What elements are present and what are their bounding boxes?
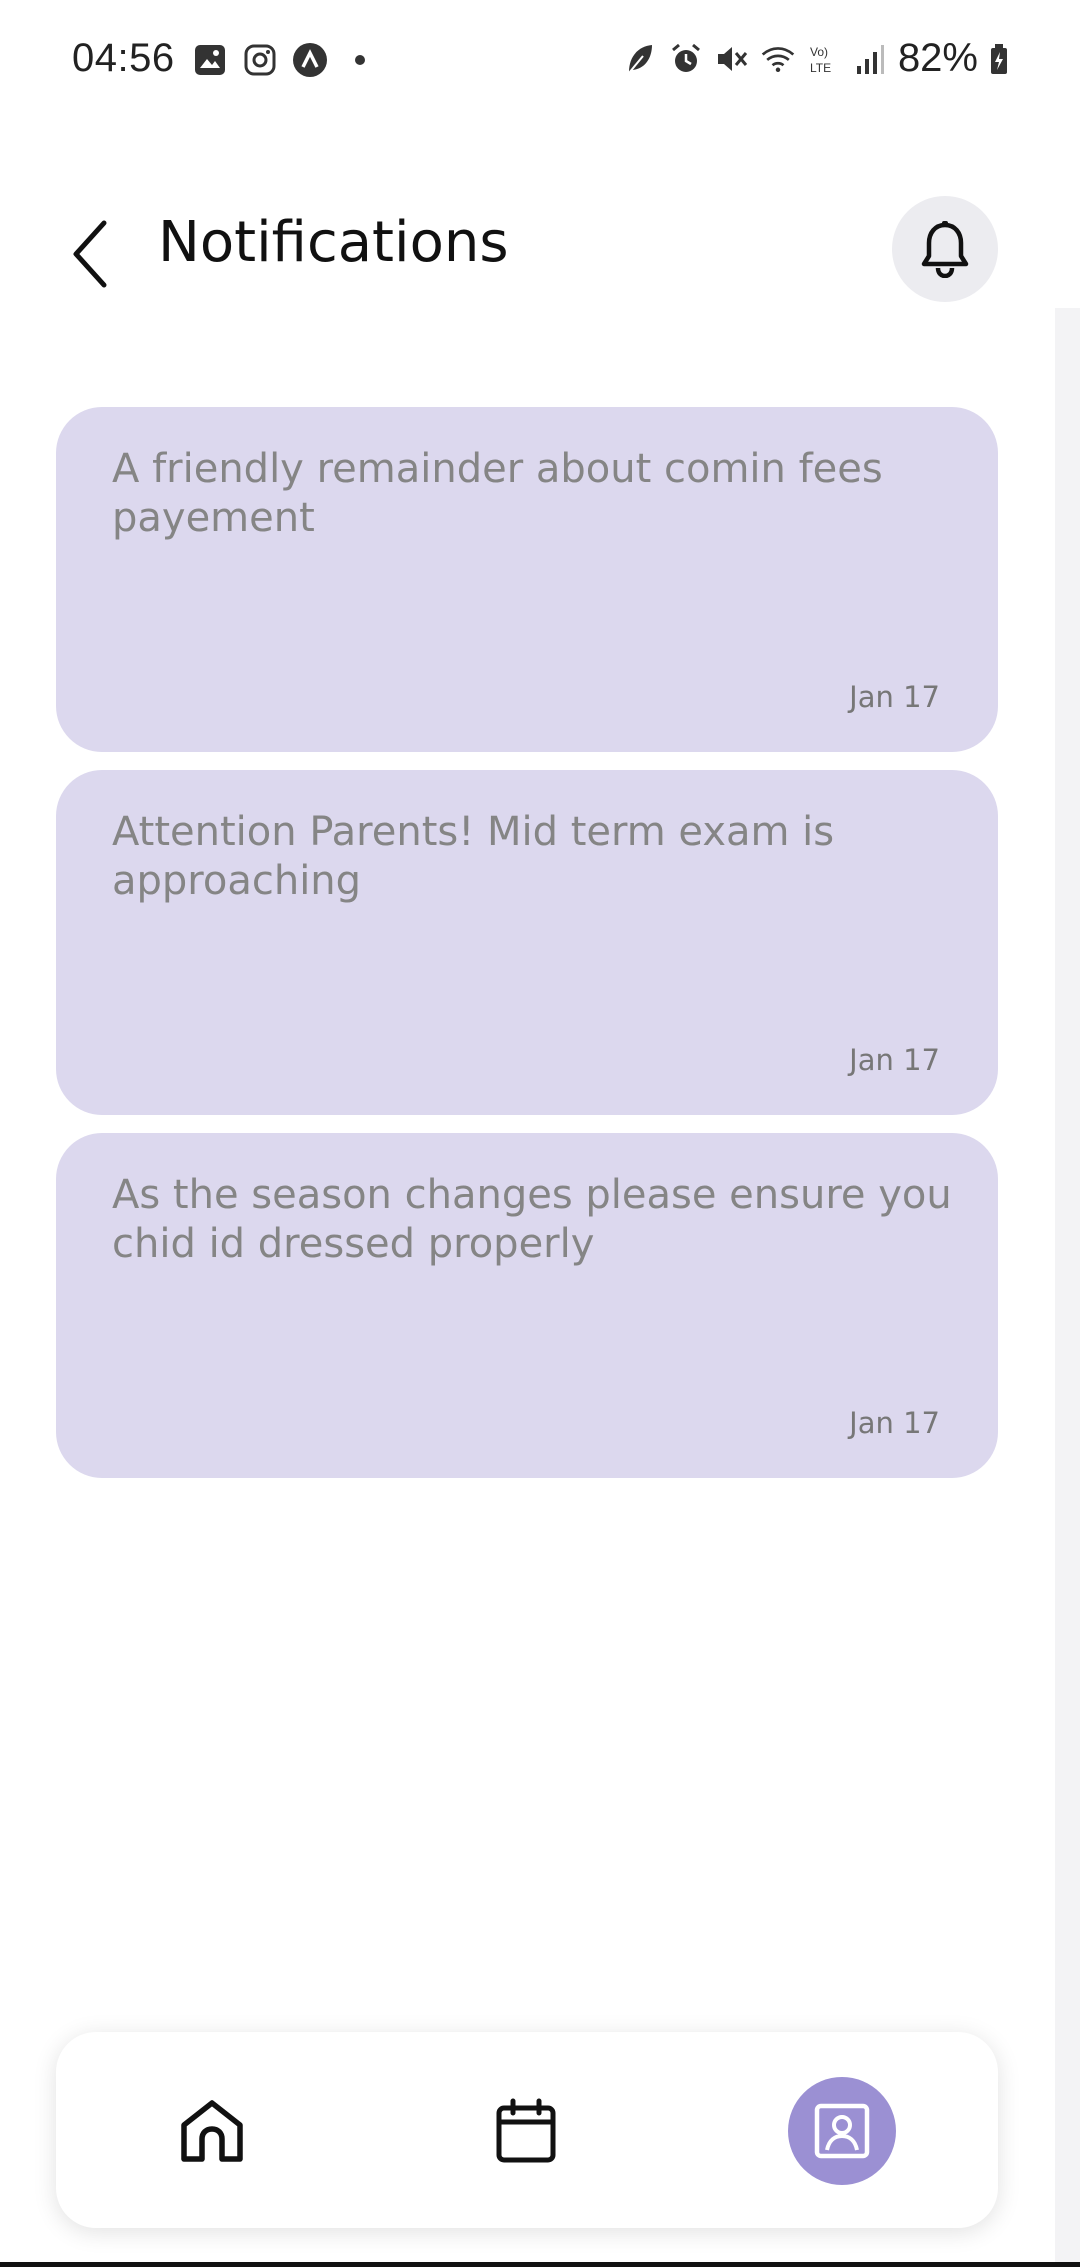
app-icon	[292, 42, 328, 78]
volte-icon: Vo) LTE	[806, 41, 842, 77]
instagram-icon	[242, 42, 278, 78]
notification-date: Jan 17	[849, 1406, 940, 1440]
svg-text:LTE: LTE	[810, 61, 831, 75]
nav-home-button[interactable]	[158, 2077, 266, 2185]
dot-icon	[342, 42, 378, 78]
wifi-icon	[760, 41, 796, 77]
signal-icon	[852, 41, 888, 77]
alarm-icon	[668, 41, 704, 77]
nav-calendar-button[interactable]	[472, 2077, 580, 2185]
page-title: Notifications	[158, 210, 509, 275]
notification-card[interactable]: As the season changes please ensure you …	[56, 1133, 998, 1478]
status-left-icons	[192, 42, 378, 78]
notification-list: A friendly remainder about comin fees pa…	[56, 407, 998, 1496]
bell-icon	[921, 221, 969, 278]
notification-bell-button[interactable]	[892, 196, 998, 302]
notification-date: Jan 17	[849, 680, 940, 714]
bottom-navigation	[56, 2032, 998, 2228]
leaf-icon	[622, 41, 658, 77]
notification-message: A friendly remainder about comin fees pa…	[112, 446, 883, 541]
notification-message: Attention Parents! Mid term exam is appr…	[112, 809, 835, 904]
scrollbar-track[interactable]	[1055, 308, 1080, 2267]
gallery-icon	[192, 42, 228, 78]
notification-date: Jan 17	[849, 1043, 940, 1077]
notification-card[interactable]: A friendly remainder about comin fees pa…	[56, 407, 998, 752]
header: Notifications	[0, 190, 1080, 310]
back-button[interactable]	[60, 214, 120, 294]
status-time: 04:56	[72, 36, 175, 80]
chevron-left-icon	[73, 220, 107, 288]
status-right-icons: Vo) LTE 82%	[622, 36, 1010, 81]
profile-icon	[814, 2103, 870, 2159]
home-icon	[181, 2100, 243, 2162]
nav-profile-button[interactable]	[788, 2077, 896, 2185]
mute-icon	[714, 41, 750, 77]
calendar-icon	[496, 2098, 556, 2163]
notification-message: As the season changes please ensure you …	[112, 1172, 952, 1267]
svg-text:Vo): Vo)	[810, 45, 828, 59]
battery-icon	[988, 41, 1010, 77]
notification-card[interactable]: Attention Parents! Mid term exam is appr…	[56, 770, 998, 1115]
gesture-bar-edge	[0, 2262, 1080, 2267]
status-bar: 04:56 Vo) LTE 82%	[0, 0, 1080, 120]
battery-percent: 82%	[897, 36, 978, 80]
